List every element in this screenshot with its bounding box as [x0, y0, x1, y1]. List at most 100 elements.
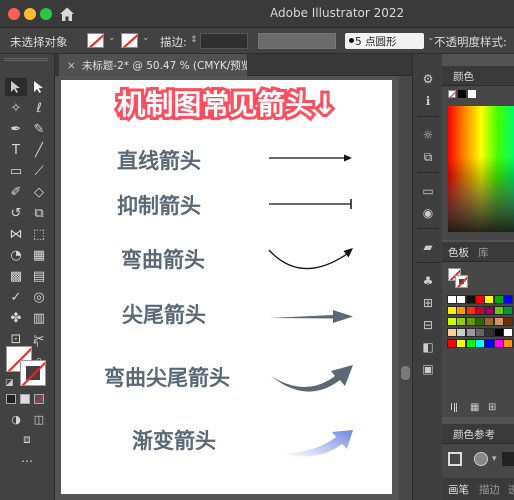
default-fill-stroke-icon[interactable]: ◪	[5, 378, 14, 388]
layers-icon[interactable]: ◧	[419, 338, 437, 356]
tab-color[interactable]: 颜色	[453, 69, 474, 84]
opacity-label[interactable]: 不透明度	[434, 34, 480, 50]
screen-mode-icon[interactable]: ⧈	[16, 430, 38, 448]
comments-icon[interactable]: ▰	[419, 238, 437, 256]
info-icon[interactable]: ℹ	[419, 92, 437, 110]
curved-arrow[interactable]	[268, 248, 353, 270]
black-swatch[interactable]	[458, 90, 466, 98]
chevron-down-icon[interactable]: ⌄	[108, 33, 116, 43]
panel-grip[interactable]	[4, 58, 48, 61]
show-swatch-kinds-icon[interactable]: ▦	[470, 402, 479, 413]
tab-stroke[interactable]: 描边	[479, 482, 500, 497]
variable-width-profile[interactable]	[258, 33, 336, 49]
color-spectrum[interactable]	[448, 106, 514, 232]
direct-selection-tool-icon[interactable]	[28, 78, 50, 96]
none-swatch[interactable]	[448, 90, 456, 98]
selection-status: 未选择对象	[10, 35, 68, 49]
tab-swatches[interactable]: 色板	[448, 245, 469, 260]
properties-icon[interactable]: ⚙	[419, 70, 437, 88]
canvas-area[interactable]: 机制图常见箭头↓ 直线箭头 抑制箭头 弯曲箭头 尖尾箭头 弯曲尖尾箭头 渐变箭头	[55, 76, 400, 500]
title-bar: Adobe Illustrator 2022	[0, 0, 514, 28]
mesh-tool-icon[interactable]: ▩	[5, 267, 27, 285]
curved-tapered-arrow[interactable]	[271, 365, 353, 392]
rotate-tool-icon[interactable]: ↺	[5, 204, 27, 222]
chevron-down-icon[interactable]: ⌄	[142, 33, 150, 43]
arrow-label-curved-tapered: 弯曲尖尾箭头	[104, 366, 230, 390]
tab-transparency[interactable]: 透	[508, 482, 514, 497]
more-tools-icon[interactable]: ⋯	[16, 452, 38, 470]
stroke-swatch[interactable]	[121, 33, 138, 48]
shaper-tool-icon[interactable]: ✐	[5, 183, 27, 201]
shape-builder-tool-icon[interactable]: ◔	[5, 246, 27, 264]
set-base-color-icon[interactable]	[474, 452, 488, 466]
color-mode-icon[interactable]	[6, 394, 16, 404]
blend-tool-icon[interactable]: ◎	[28, 288, 50, 306]
base-color-box[interactable]	[448, 452, 462, 466]
harmony-color-strip[interactable]	[502, 452, 514, 466]
scrollbar-thumb[interactable]	[401, 366, 410, 380]
symbols-icon[interactable]: ♣	[419, 272, 437, 290]
vertical-scrollbar[interactable]	[399, 76, 412, 500]
graphic-styles-icon[interactable]: ⧉	[419, 148, 437, 166]
curvature-tool-icon[interactable]: ✎	[28, 120, 50, 138]
align-icon[interactable]: ⊞	[419, 294, 437, 312]
swatch-cell[interactable]	[502, 317, 513, 326]
fill-swatch[interactable]	[87, 33, 104, 48]
none-mode-icon[interactable]	[34, 394, 44, 404]
tab-libraries[interactable]: 库	[478, 245, 489, 260]
pen-tool-icon[interactable]: ✒	[5, 120, 27, 138]
zoom-window-button[interactable]	[40, 8, 52, 20]
free-transform-tool-icon[interactable]: ⬚	[28, 225, 50, 243]
swap-fill-stroke-icon[interactable]: ↰	[32, 340, 40, 350]
width-tool-icon[interactable]: ⋈	[5, 225, 27, 243]
type-tool-icon[interactable]: T	[5, 141, 27, 159]
perspective-grid-tool-icon[interactable]: ▦	[28, 246, 50, 264]
minimize-window-button[interactable]	[24, 8, 36, 20]
scale-tool-icon[interactable]: ⧉	[28, 204, 50, 222]
swatch-cell[interactable]	[502, 339, 513, 348]
line-tool-icon[interactable]: ╱	[28, 141, 50, 159]
swatch-options-icon[interactable]: ⊞	[488, 402, 496, 413]
eyedropper-tool-icon[interactable]: ✓	[5, 288, 27, 306]
chevron-down-icon[interactable]: ▾	[492, 454, 497, 464]
gradient-panel-icon[interactable]: ▭	[419, 182, 437, 200]
artboard[interactable]: 机制图常见箭头↓ 直线箭头 抑制箭头 弯曲箭头 尖尾箭头 弯曲尖尾箭头 渐变箭头	[61, 80, 392, 494]
gradient-mode-icon[interactable]	[20, 394, 30, 404]
brush-definition-select[interactable]: 5 点圆形	[345, 33, 424, 49]
stepper-icon[interactable]: ⇕	[190, 35, 198, 45]
column-graph-tool-icon[interactable]: ▥	[28, 309, 50, 327]
paintbrush-tool-icon[interactable]: ⟋	[28, 162, 50, 180]
symbol-sprayer-tool-icon[interactable]: ✤	[5, 309, 27, 327]
eraser-tool-icon[interactable]: ◇	[28, 183, 50, 201]
document-tab[interactable]: × 未标题-2* @ 50.47 % (CMYK/预览)	[59, 54, 247, 76]
swatch-libraries-icon[interactable]: Iǁ	[450, 402, 458, 413]
draw-mode-icon[interactable]: ◑	[5, 410, 27, 428]
draw-inside-icon[interactable]: ◫	[28, 410, 50, 428]
close-tab-icon[interactable]: ×	[67, 60, 76, 72]
swatch-cell[interactable]	[502, 295, 513, 304]
tab-brushes[interactable]: 画笔	[448, 482, 469, 497]
stroke-color-box[interactable]	[20, 360, 46, 386]
artboards-icon[interactable]: ▣	[419, 360, 437, 378]
tab-color-guide[interactable]: 颜色参考	[453, 427, 495, 442]
lasso-tool-icon[interactable]: ℓ	[28, 99, 50, 117]
selection-tool-icon[interactable]	[5, 78, 27, 96]
rectangle-tool-icon[interactable]: ▭	[5, 162, 27, 180]
swatch-cell[interactable]	[502, 306, 513, 315]
gradient-arrow[interactable]	[283, 430, 353, 457]
tapered-arrow[interactable]	[269, 310, 353, 323]
pathfinder-icon[interactable]: ⊟	[419, 316, 437, 334]
inhibit-arrow[interactable]	[269, 199, 352, 209]
swatch-cell[interactable]	[502, 328, 513, 337]
magic-wand-tool-icon[interactable]: ✧	[5, 99, 27, 117]
home-icon[interactable]	[58, 5, 76, 23]
straight-arrow[interactable]	[269, 154, 352, 162]
appearance-icon[interactable]: ☼	[419, 126, 437, 144]
close-window-button[interactable]	[8, 8, 20, 20]
stroke-mini-box[interactable]	[455, 275, 468, 288]
swatches-panel-tabs: 色板 库	[442, 242, 514, 262]
stroke-weight-input[interactable]	[200, 33, 248, 49]
transparency-icon[interactable]: ◉	[419, 204, 437, 222]
white-swatch[interactable]	[468, 90, 476, 98]
gradient-tool-icon[interactable]: ▤	[28, 267, 50, 285]
